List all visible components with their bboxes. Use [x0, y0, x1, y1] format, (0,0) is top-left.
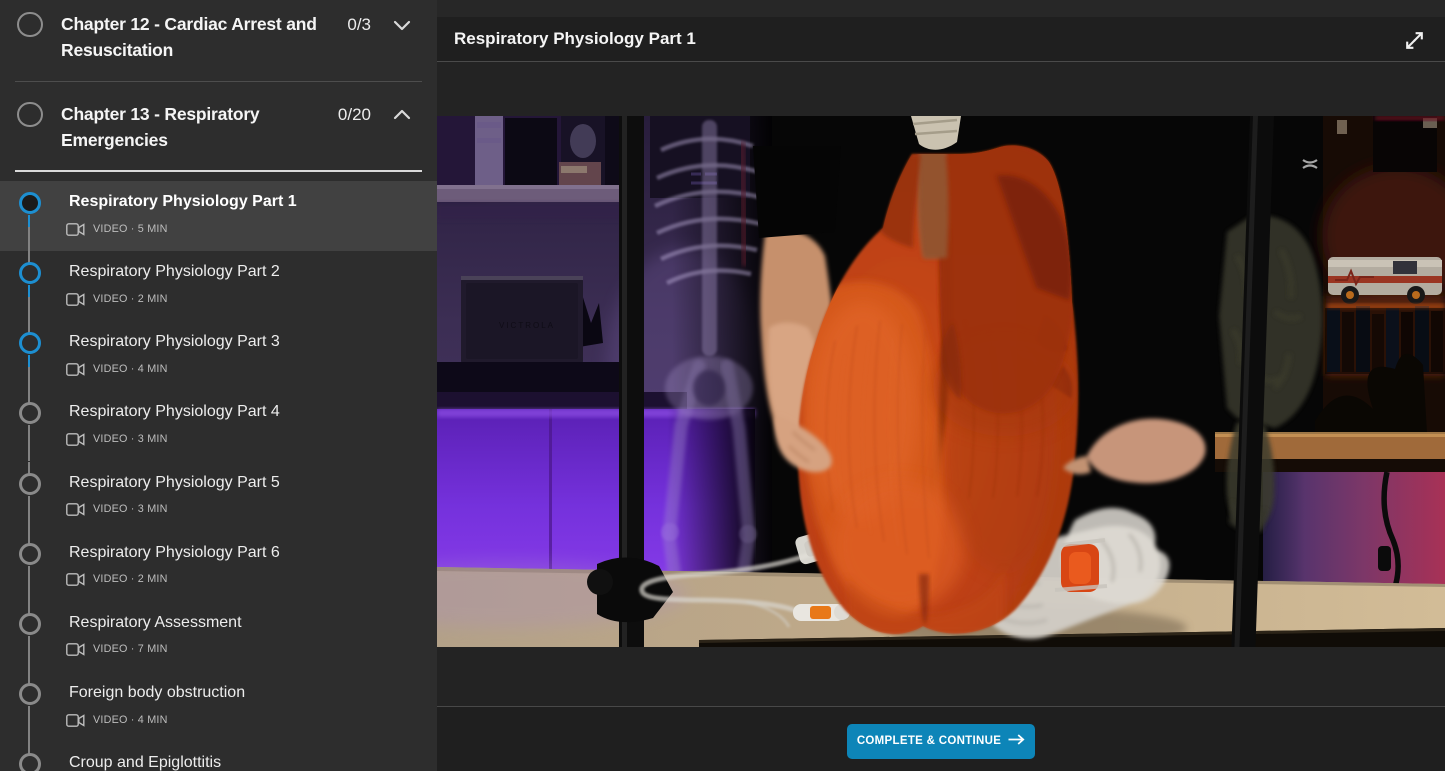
svg-text:VICTROLA: VICTROLA [499, 321, 555, 330]
